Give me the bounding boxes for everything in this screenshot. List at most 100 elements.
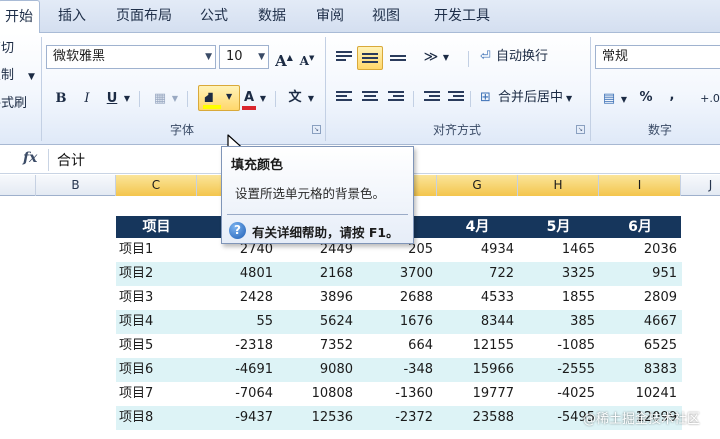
table-cell[interactable]: 385 (518, 310, 595, 334)
align-middle-button[interactable] (357, 46, 383, 70)
table-cell[interactable]: 4934 (437, 238, 514, 262)
copy-button[interactable]: 复制 ▼ (0, 66, 35, 86)
table-cell[interactable]: 23588 (437, 406, 514, 430)
italic-button[interactable]: I (79, 88, 95, 110)
row-label-cell[interactable]: 项目2 (116, 262, 197, 286)
row-label-cell[interactable]: 项目3 (116, 286, 197, 310)
row-header-corner[interactable] (0, 175, 36, 196)
table-cell[interactable]: -348 (357, 358, 433, 382)
underline-button[interactable]: U (103, 88, 121, 110)
column-header-h[interactable]: H (518, 175, 599, 196)
align-right-icon[interactable] (388, 91, 404, 103)
table-cell[interactable]: 15966 (437, 358, 514, 382)
merge-center-button[interactable]: ⊞ 合并后居中 ▼ (480, 87, 580, 109)
formula-input[interactable]: 合计 (57, 150, 85, 170)
tab-developer[interactable]: 开发工具 (424, 0, 500, 33)
column-header-g[interactable]: G (437, 175, 518, 196)
table-cell[interactable]: 7352 (277, 334, 353, 358)
table-cell[interactable]: 3896 (277, 286, 353, 310)
accounting-dropdown[interactable]: ▼ (619, 89, 629, 111)
row-label-cell[interactable]: 项目6 (116, 358, 197, 382)
accounting-format-button[interactable]: ▤ (598, 88, 620, 110)
align-bottom-icon[interactable] (390, 55, 406, 67)
borders-dropdown[interactable]: ▼ (170, 88, 180, 110)
tab-data[interactable]: 数据 (250, 0, 294, 33)
row-label-cell[interactable]: 项目7 (116, 382, 197, 406)
align-center-icon[interactable] (362, 91, 378, 103)
tab-insert[interactable]: 插入 (50, 0, 94, 33)
wrap-text-button[interactable]: ⏎ 自动换行 (480, 46, 570, 68)
table-cell[interactable]: -1085 (518, 334, 595, 358)
column-header-i[interactable]: I (599, 175, 681, 196)
table-cell[interactable]: -2318 (197, 334, 273, 358)
table-cell[interactable]: 12155 (437, 334, 514, 358)
cut-button[interactable]: 剪切 (0, 39, 26, 59)
align-left-icon[interactable] (336, 91, 352, 103)
table-cell[interactable]: -4025 (518, 382, 595, 406)
orientation-dropdown[interactable]: ▼ (441, 47, 451, 69)
alignment-dialog-launcher-icon[interactable]: ↘ (576, 125, 585, 134)
copy-dropdown-icon[interactable]: ▼ (28, 72, 35, 82)
table-cell[interactable]: 8344 (437, 310, 514, 334)
table-cell[interactable]: -4691 (197, 358, 273, 382)
table-cell[interactable]: 4801 (197, 262, 273, 286)
table-header-cell[interactable]: 项目 (116, 216, 197, 238)
table-cell[interactable]: -1360 (357, 382, 433, 406)
column-header-j[interactable]: J (681, 175, 720, 196)
column-header-b[interactable]: B (36, 175, 116, 196)
fill-color-button[interactable]: ⛘ ▼ (198, 85, 240, 111)
increase-indent-icon[interactable] (448, 91, 464, 103)
chevron-down-icon[interactable]: ▼ (566, 94, 572, 103)
table-cell[interactable]: 8383 (599, 358, 677, 382)
table-cell[interactable]: 2168 (277, 262, 353, 286)
row-label-cell[interactable]: 项目4 (116, 310, 197, 334)
borders-button[interactable]: ▦ (152, 88, 168, 110)
tab-formulas[interactable]: 公式 (192, 0, 236, 33)
tab-page-layout[interactable]: 页面布局 (108, 0, 180, 33)
font-color-dropdown[interactable]: ▼ (258, 88, 268, 110)
table-cell[interactable]: 1465 (518, 238, 595, 262)
comma-button[interactable]: , (666, 85, 678, 107)
table-cell[interactable]: 722 (437, 262, 514, 286)
table-cell[interactable]: 10808 (277, 382, 353, 406)
tab-view[interactable]: 视图 (364, 0, 408, 33)
table-cell[interactable]: -2372 (357, 406, 433, 430)
table-cell[interactable]: -9437 (197, 406, 273, 430)
table-header-cell[interactable]: 6月 (599, 216, 681, 238)
column-header-c[interactable]: C (116, 175, 197, 196)
table-cell[interactable]: 3700 (357, 262, 433, 286)
table-cell[interactable]: 2688 (357, 286, 433, 310)
row-label-cell[interactable]: 项目8 (116, 406, 197, 430)
bold-button[interactable]: B (52, 88, 70, 110)
shrink-font-button[interactable]: A▼ (297, 47, 317, 69)
table-cell[interactable]: 12536 (277, 406, 353, 430)
font-size-select[interactable]: 10 ▼ (219, 45, 269, 69)
format-painter-button[interactable]: 格式刷 (0, 94, 39, 114)
table-cell[interactable]: -2555 (518, 358, 595, 382)
decrease-indent-icon[interactable] (424, 91, 440, 103)
phonetic-button[interactable]: 文 (284, 87, 306, 109)
table-cell[interactable]: 664 (357, 334, 433, 358)
table-cell[interactable]: 55 (197, 310, 273, 334)
font-color-button[interactable]: A (240, 87, 258, 110)
table-cell[interactable]: 9080 (277, 358, 353, 382)
table-cell[interactable]: 6525 (599, 334, 677, 358)
underline-dropdown[interactable]: ▼ (122, 88, 132, 110)
table-cell[interactable]: 2036 (599, 238, 677, 262)
phonetic-dropdown[interactable]: ▼ (306, 88, 316, 110)
table-cell[interactable]: 1676 (357, 310, 433, 334)
orientation-button[interactable]: ≫ (421, 46, 441, 68)
tab-home[interactable]: 开始 (0, 0, 40, 34)
table-cell[interactable]: 4667 (599, 310, 677, 334)
table-cell[interactable]: 19777 (437, 382, 514, 406)
table-cell[interactable]: 5624 (277, 310, 353, 334)
font-dialog-launcher-icon[interactable]: ↘ (312, 125, 321, 134)
table-cell[interactable]: 2428 (197, 286, 273, 310)
tab-review[interactable]: 审阅 (308, 0, 352, 33)
increase-decimal-button[interactable]: +.0 (698, 88, 720, 110)
fx-icon[interactable]: fx (23, 150, 37, 166)
table-cell[interactable]: 1855 (518, 286, 595, 310)
row-label-cell[interactable]: 项目1 (116, 238, 197, 262)
row-label-cell[interactable]: 项目5 (116, 334, 197, 358)
align-top-icon[interactable] (336, 51, 352, 63)
